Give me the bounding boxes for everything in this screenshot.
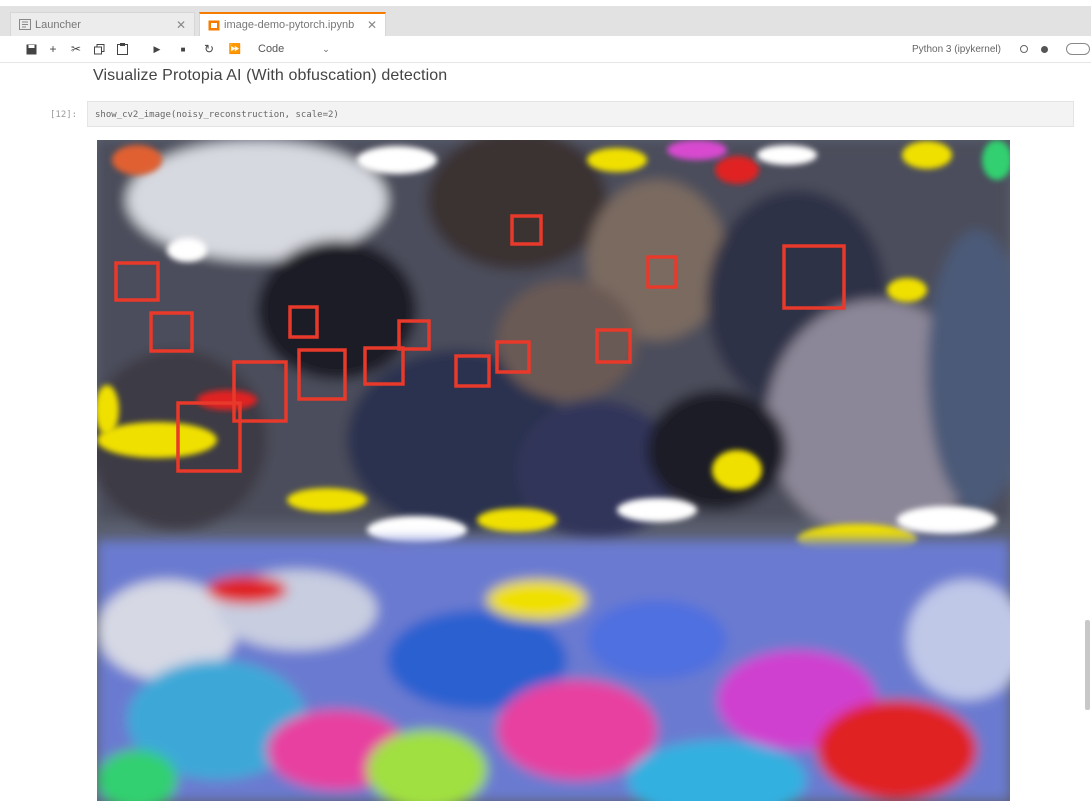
cut-button[interactable]: ✂ (67, 40, 85, 58)
launcher-icon (19, 19, 31, 30)
chevron-down-icon: ⌄ (322, 43, 330, 54)
save-button[interactable] (22, 40, 40, 58)
restart-button[interactable]: ↻ (200, 40, 218, 58)
cell-type-value: Code (258, 43, 285, 55)
bug-icon[interactable] (1041, 46, 1048, 53)
tab-launcher-label: Launcher (35, 18, 81, 31)
add-cell-icon: + (49, 42, 57, 56)
cell-prompt: [12]: (50, 110, 78, 120)
code-cell[interactable]: show_cv2_image(noisy_reconstruction, sca… (87, 101, 1074, 127)
output-image (97, 140, 1010, 801)
tab-notebook-label: image-demo-pytorch.ipynb (224, 19, 355, 31)
tab-launcher[interactable]: Launcher ✕ (10, 12, 195, 36)
debugger-toggle[interactable] (1066, 43, 1090, 55)
scrollbar[interactable] (1085, 620, 1090, 710)
copy-icon (93, 43, 104, 54)
close-icon[interactable]: ✕ (176, 18, 186, 32)
run-all-button[interactable]: ⏩ (226, 40, 244, 58)
kernel-name[interactable]: Python 3 (ipykernel) (912, 40, 1001, 58)
obfuscated-image (97, 140, 1010, 801)
tab-notebook[interactable]: image-demo-pytorch.ipynb ✕ (199, 12, 386, 36)
close-icon[interactable]: ✕ (367, 18, 377, 32)
cut-icon: ✂ (70, 42, 82, 56)
paste-button[interactable] (113, 40, 131, 58)
cell-code[interactable]: show_cv2_image(noisy_reconstruction, sca… (95, 110, 339, 120)
save-icon (26, 44, 36, 54)
paste-icon (116, 43, 128, 55)
notebook-toolbar: + ✂ ▶ ■ ↻ ⏩ Code ⌄ Python 3 (ipykernel) (0, 36, 1091, 63)
run-all-icon: ⏩ (228, 43, 242, 55)
kernel-idle-icon (1020, 45, 1028, 53)
cell-type-select[interactable]: Code ⌄ (258, 40, 330, 58)
add-cell-button[interactable]: + (44, 40, 62, 58)
markdown-heading: Visualize Protopia AI (With obfuscation)… (93, 67, 448, 84)
restart-icon: ↻ (203, 42, 215, 56)
run-icon: ▶ (153, 43, 161, 54)
tab-bar: Launcher ✕ image-demo-pytorch.ipynb ✕ (0, 6, 1091, 36)
stop-button[interactable]: ■ (174, 40, 192, 58)
notebook-icon (208, 20, 220, 30)
stop-icon: ■ (180, 44, 186, 54)
copy-button[interactable] (90, 40, 108, 58)
run-button[interactable]: ▶ (148, 40, 166, 58)
